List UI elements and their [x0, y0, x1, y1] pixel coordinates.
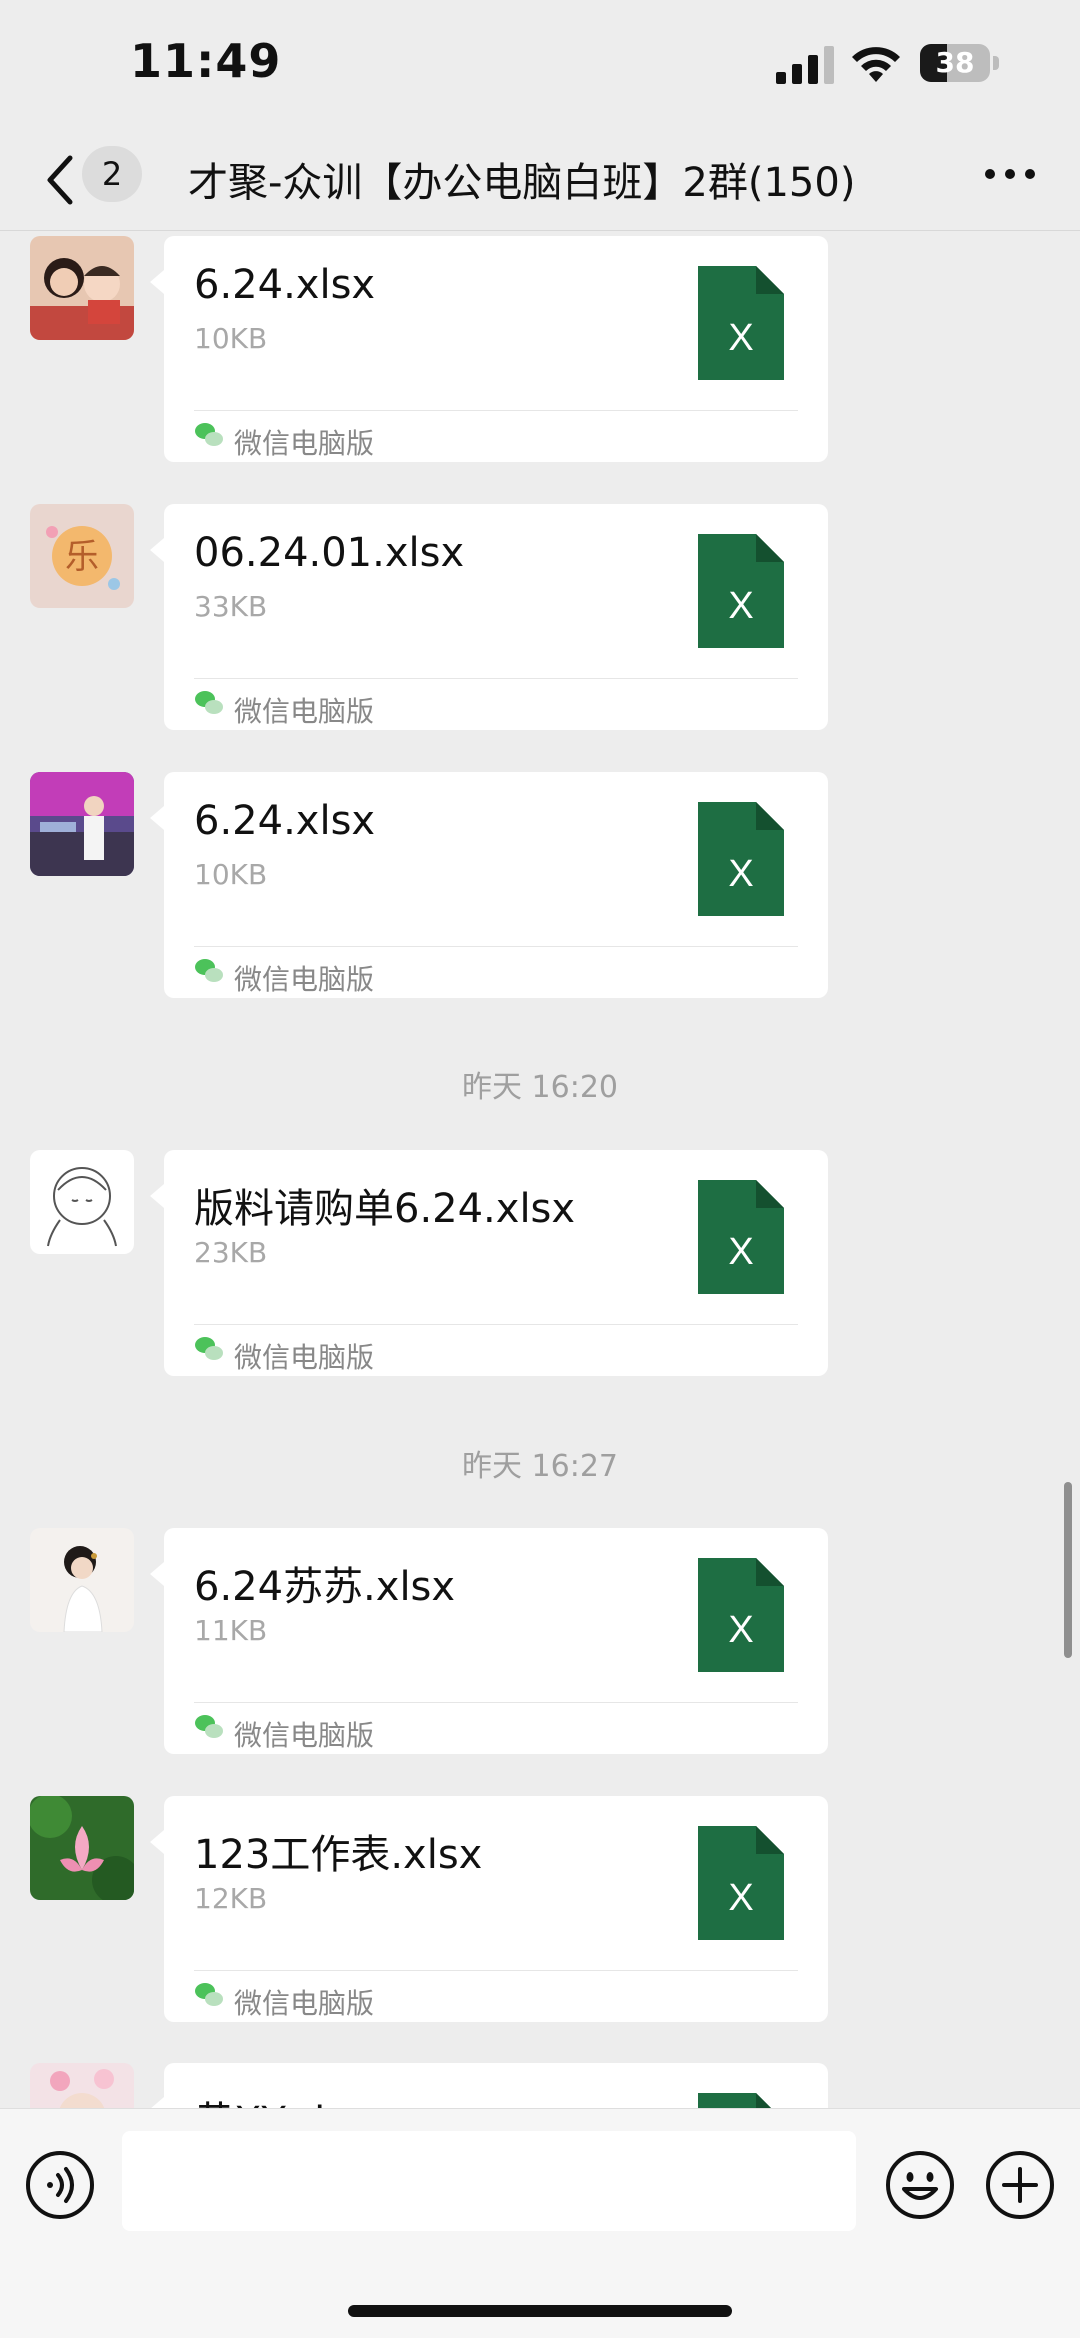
- avatar[interactable]: [30, 772, 134, 876]
- message-list[interactable]: 6.24.xlsx 10KB X 微信电脑版 乐 06.24.01.xlsx 3…: [0, 230, 1080, 2108]
- file-name: 06.24.01.xlsx: [194, 530, 465, 576]
- excel-file-icon: X: [698, 266, 784, 380]
- bubble-divider: [194, 410, 798, 411]
- battery-icon: 38: [920, 44, 990, 82]
- source-label: 微信电脑版: [234, 1719, 375, 1752]
- wechat-icon: [195, 959, 223, 982]
- excel-file-icon: X: [698, 802, 784, 916]
- signal-icon: [776, 46, 834, 84]
- home-indicator[interactable]: [348, 2305, 732, 2317]
- avatar[interactable]: [30, 1796, 134, 1900]
- avatar-sketch-girl: [30, 1150, 134, 1254]
- time-divider: 昨天 16:20: [462, 1070, 618, 1105]
- file-size: 11KB: [194, 1614, 268, 1647]
- file-message[interactable]: 123工作表.xlsx 12KB X 微信电脑版: [0, 1796, 1080, 2022]
- unread-count-badge[interactable]: 2: [82, 146, 142, 202]
- source-label: 微信电脑版: [234, 427, 375, 460]
- svg-text:X: X: [728, 317, 753, 359]
- message-input[interactable]: [122, 2131, 856, 2231]
- more-icon[interactable]: [980, 156, 1040, 192]
- source-label: 微信电脑版: [234, 1987, 375, 2020]
- bubble-divider: [194, 1702, 798, 1703]
- wechat-icon: [195, 691, 223, 714]
- status-bar: 11:49 38: [0, 0, 1080, 130]
- svg-text:X: X: [728, 585, 753, 627]
- file-size: 23KB: [194, 1236, 268, 1269]
- file-name: 黄XY.xlsx: [194, 2089, 370, 2108]
- file-message[interactable]: 乐 06.24.01.xlsx 33KB X 微信电脑版: [0, 504, 1080, 730]
- file-size: 33KB: [194, 590, 268, 623]
- file-name: 6.24.xlsx: [194, 798, 376, 844]
- file-name: 123工作表.xlsx: [194, 1832, 483, 1878]
- excel-file-icon: X: [698, 534, 784, 648]
- file-bubble[interactable]: 6.24苏苏.xlsx 11KB X 微信电脑版: [150, 1528, 828, 1754]
- status-time: 11:49: [130, 34, 282, 88]
- avatar[interactable]: [30, 1528, 134, 1632]
- svg-text:X: X: [728, 1877, 753, 1919]
- file-size: 10KB: [194, 858, 268, 891]
- wechat-icon: [195, 1715, 223, 1738]
- bubble-divider: [194, 1970, 798, 1971]
- avatar-lotus: [30, 1796, 134, 1900]
- avatar-woman-white: [30, 1528, 134, 1632]
- scroll-indicator[interactable]: [1064, 1482, 1072, 1658]
- avatar-cartoon: 乐: [30, 504, 134, 608]
- plus-icon[interactable]: [984, 2149, 1056, 2221]
- wechat-icon: [195, 1983, 223, 2006]
- time-divider: 昨天 16:27: [462, 1449, 618, 1484]
- avatar-woman-office: [30, 772, 134, 876]
- file-size: 10KB: [194, 322, 268, 355]
- avatar[interactable]: 乐: [30, 504, 134, 608]
- wifi-icon: [852, 47, 900, 82]
- avatar[interactable]: [30, 2063, 134, 2108]
- file-size: 12KB: [194, 1882, 268, 1915]
- file-name: 6.24苏苏.xlsx: [194, 1564, 456, 1610]
- bubble-divider: [194, 678, 798, 679]
- emoji-icon[interactable]: [884, 2149, 956, 2221]
- excel-file-icon: X: [698, 1826, 784, 1940]
- back-arrow-icon[interactable]: [36, 150, 86, 210]
- source-label: 微信电脑版: [234, 963, 375, 996]
- wechat-icon: [195, 423, 223, 446]
- avatar-mother-child: [30, 236, 134, 340]
- avatar-girl-flowers: [30, 2063, 134, 2108]
- file-message[interactable]: 6.24.xlsx 10KB X 微信电脑版: [0, 236, 1080, 462]
- file-bubble[interactable]: 黄XY.xlsx: [150, 2063, 828, 2108]
- voice-icon[interactable]: [24, 2149, 96, 2221]
- bubble-divider: [194, 1324, 798, 1325]
- battery-level: 38: [935, 46, 975, 79]
- svg-text:X: X: [728, 1231, 753, 1273]
- file-bubble[interactable]: 版料请购单6.24.xlsx 23KB X 微信电脑版: [150, 1150, 828, 1376]
- file-message[interactable]: 6.24苏苏.xlsx 11KB X 微信电脑版: [0, 1528, 1080, 1754]
- file-message[interactable]: 黄XY.xlsx: [0, 2063, 1080, 2108]
- wechat-icon: [195, 1337, 223, 1360]
- file-bubble[interactable]: 123工作表.xlsx 12KB X 微信电脑版: [150, 1796, 828, 2022]
- svg-text:X: X: [728, 853, 753, 895]
- bubble-divider: [194, 946, 798, 947]
- file-name: 6.24.xlsx: [194, 262, 376, 308]
- file-bubble[interactable]: 06.24.01.xlsx 33KB X 微信电脑版: [150, 504, 828, 730]
- file-bubble[interactable]: 6.24.xlsx 10KB X 微信电脑版: [150, 772, 828, 998]
- avatar[interactable]: [30, 236, 134, 340]
- battery-tip: [993, 56, 999, 70]
- chat-title: 才聚-众训【办公电脑白班】2群(150): [188, 160, 856, 206]
- source-label: 微信电脑版: [234, 695, 375, 728]
- input-bar: [0, 2108, 1080, 2338]
- excel-file-icon: [698, 2093, 771, 2108]
- svg-text:X: X: [728, 1609, 753, 1651]
- excel-file-icon: X: [698, 1180, 784, 1294]
- file-bubble[interactable]: 6.24.xlsx 10KB X 微信电脑版: [150, 236, 828, 462]
- svg-text:乐: 乐: [65, 537, 99, 577]
- file-message[interactable]: 版料请购单6.24.xlsx 23KB X 微信电脑版: [0, 1150, 1080, 1376]
- file-name: 版料请购单6.24.xlsx: [194, 1186, 576, 1232]
- avatar[interactable]: [30, 1150, 134, 1254]
- file-message[interactable]: 6.24.xlsx 10KB X 微信电脑版: [0, 772, 1080, 998]
- excel-file-icon: X: [698, 1558, 784, 1672]
- source-label: 微信电脑版: [234, 1341, 375, 1374]
